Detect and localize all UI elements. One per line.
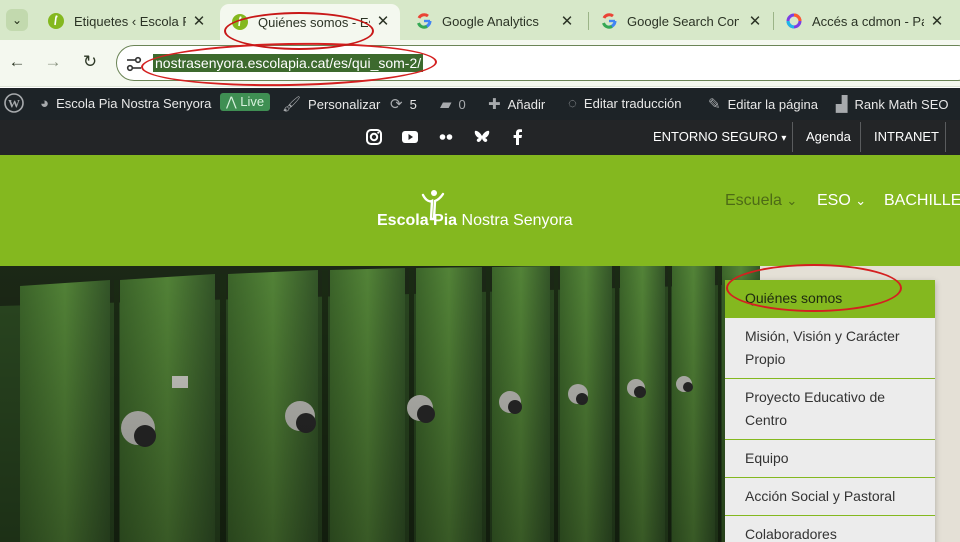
- chevron-down-icon: ⌄: [786, 193, 798, 208]
- nav-item-escuela[interactable]: Escuela ⌄: [725, 192, 797, 210]
- plus-icon: ✚: [488, 96, 501, 113]
- chevron-down-icon: ▾: [781, 133, 787, 144]
- browser-toolbar: ← → ↻ nostrasenyora.escolapia.cat/es/qui…: [0, 40, 960, 87]
- updates-count: 5: [409, 96, 417, 112]
- svg-text:W: W: [8, 97, 20, 111]
- secure-environment-menu[interactable]: ENTORNO SEGURO ▾: [653, 129, 786, 144]
- submenu-item-quienes-somos[interactable]: Quiénes somos: [725, 280, 935, 318]
- instagram-icon[interactable]: [364, 128, 384, 146]
- site-name-link[interactable]: ◕ Escola Pia Nostra Senyora: [40, 95, 211, 112]
- tab-cdmon[interactable]: Accés a cdmon - Pane ✕: [774, 4, 954, 38]
- nav-label: Escuela: [725, 192, 782, 209]
- close-icon[interactable]: ✕: [928, 12, 946, 30]
- updates-link[interactable]: ⟳ 5: [390, 95, 417, 113]
- site-info-icon[interactable]: [125, 55, 143, 73]
- tab-quienes-somos[interactable]: Quiénes somos - Esco ✕: [220, 4, 400, 40]
- customize-link[interactable]: 🖌 Personalizar: [282, 95, 380, 113]
- youtube-icon[interactable]: [400, 128, 420, 146]
- chevron-down-icon: ⌄: [11, 13, 23, 27]
- agenda-link[interactable]: Agenda: [806, 129, 851, 144]
- intranet-link[interactable]: INTRANET: [874, 129, 939, 144]
- nav-item-eso[interactable]: ESO ⌄: [817, 192, 866, 210]
- logo-word: Pia: [433, 212, 458, 229]
- flickr-icon[interactable]: [436, 128, 456, 146]
- site-top-bar: ENTORNO SEGURO ▾ Agenda INTRANET: [0, 120, 960, 155]
- tab-title: Google Analytics: [442, 13, 539, 29]
- comments-count: 0: [458, 96, 466, 112]
- tab-google-search-console[interactable]: Google Search Conso ✕: [589, 4, 772, 38]
- tab-title: Quiénes somos - Esco: [258, 14, 370, 30]
- google-favicon-icon: [601, 13, 617, 29]
- escuela-submenu: Quiénes somos Misión, Visión y Carácter …: [725, 280, 935, 542]
- live-badge: ⋀ Live: [220, 93, 271, 111]
- live-label: Live: [240, 94, 265, 109]
- rank-math-icon: ▟: [836, 96, 848, 113]
- facebook-icon[interactable]: [508, 128, 528, 146]
- tab-title: Accés a cdmon - Pane: [812, 13, 924, 29]
- nav-item-bachillerato[interactable]: BACHILLER: [884, 192, 960, 210]
- live-icon: ⋀: [226, 94, 237, 109]
- tab-title: Google Search Conso: [627, 13, 739, 29]
- secure-environment-label: ENTORNO SEGURO: [653, 129, 778, 144]
- pencil-icon: ✎: [708, 96, 721, 113]
- edit-translation-label: Editar traducción: [583, 96, 682, 111]
- new-content-link[interactable]: ✚ Añadir: [488, 95, 545, 113]
- google-favicon-icon: [416, 13, 432, 29]
- site-logo[interactable]: Escola Pia Nostra Senyora: [377, 189, 577, 233]
- submenu-item-colaboradores[interactable]: Colaboradores: [725, 516, 935, 542]
- address-bar[interactable]: nostrasenyora.escolapia.cat/es/qui_som-2…: [116, 45, 960, 81]
- tab-title: Etiquetes ‹ Escola Pia: [74, 13, 186, 29]
- rank-math-label: Rank Math SEO: [854, 96, 949, 112]
- back-arrow-icon[interactable]: ←: [6, 52, 28, 72]
- comments-link[interactable]: ▰ 0: [440, 95, 466, 113]
- reload-icon[interactable]: ↻: [79, 52, 101, 72]
- site-name-label: Escola Pia Nostra Senyora: [56, 96, 212, 111]
- cdmon-favicon-icon: [786, 13, 802, 29]
- translation-icon: ◌: [568, 95, 577, 112]
- close-icon[interactable]: ✕: [190, 12, 208, 30]
- edit-page-label: Editar la página: [727, 96, 818, 112]
- logo-wordmark: Escola Pia Nostra Senyora: [377, 212, 573, 230]
- close-icon[interactable]: ✕: [374, 12, 392, 30]
- dashboard-icon: ◕: [40, 95, 50, 112]
- tab-search-button[interactable]: ⌄: [6, 9, 28, 31]
- logo-word: Nostra Senyora: [461, 212, 573, 229]
- submenu-item-equipo[interactable]: Equipo: [725, 440, 935, 478]
- tab-etiquetes[interactable]: Etiquetes ‹ Escola Pia ✕: [36, 4, 216, 38]
- comment-icon: ▰: [440, 96, 452, 113]
- wp-admin-bar: W ◕ Escola Pia Nostra Senyora ⋀ Live 🖌 P…: [0, 88, 960, 120]
- browser-tab-strip: ⌄ Etiquetes ‹ Escola Pia ✕ Quiénes somos…: [0, 0, 960, 40]
- chevron-down-icon: ⌄: [855, 193, 867, 208]
- live-status-button[interactable]: ⋀ Live: [220, 93, 271, 111]
- edit-page-link[interactable]: ✎ Editar la página: [708, 95, 818, 113]
- edit-translation-link[interactable]: ◌ Editar traducción: [568, 95, 681, 112]
- updates-icon: ⟳: [390, 96, 403, 113]
- bluesky-icon[interactable]: [472, 128, 492, 146]
- url-text[interactable]: nostrasenyora.escolapia.cat/es/qui_som-2…: [153, 54, 424, 72]
- logo-word: Escola: [377, 212, 429, 229]
- tab-google-analytics[interactable]: Google Analytics ✕: [404, 4, 584, 38]
- wordpress-icon: W: [4, 93, 24, 113]
- escola-pia-favicon-icon: [48, 13, 64, 29]
- rank-math-link[interactable]: ▟ Rank Math SEO: [836, 95, 948, 113]
- site-header: Escola Pia Nostra Senyora Escuela ⌄ ESO …: [0, 155, 960, 266]
- forward-arrow-icon[interactable]: →: [42, 52, 64, 72]
- submenu-item-accion-social[interactable]: Acción Social y Pastoral: [725, 478, 935, 516]
- customize-label: Personalizar: [308, 96, 381, 112]
- new-label: Añadir: [507, 96, 546, 112]
- escola-pia-favicon-icon: [232, 14, 248, 30]
- close-icon[interactable]: ✕: [558, 12, 576, 30]
- wordpress-logo-button[interactable]: W: [4, 93, 24, 113]
- close-icon[interactable]: ✕: [746, 12, 764, 30]
- submenu-item-proyecto-educativo[interactable]: Proyecto Educativo de Centro: [725, 379, 935, 440]
- submenu-item-mision-vision[interactable]: Misión, Visión y Carácter Propio: [725, 318, 935, 379]
- nav-label: ESO: [817, 192, 851, 209]
- brush-icon: 🖌: [282, 96, 302, 113]
